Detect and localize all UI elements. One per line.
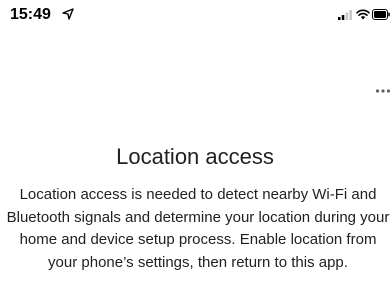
- signal-icon: [338, 10, 352, 20]
- page-title: Location access: [116, 144, 274, 169]
- location-arrow-icon: [62, 8, 74, 20]
- status-time: 15:49: [10, 6, 51, 23]
- battery-icon: [372, 9, 390, 20]
- description-text: Location access is needed to detect near…: [6, 186, 390, 271]
- more-options-icon[interactable]: [375, 88, 390, 94]
- wifi-icon: [356, 9, 370, 20]
- status-bar: 15:49: [0, 0, 390, 30]
